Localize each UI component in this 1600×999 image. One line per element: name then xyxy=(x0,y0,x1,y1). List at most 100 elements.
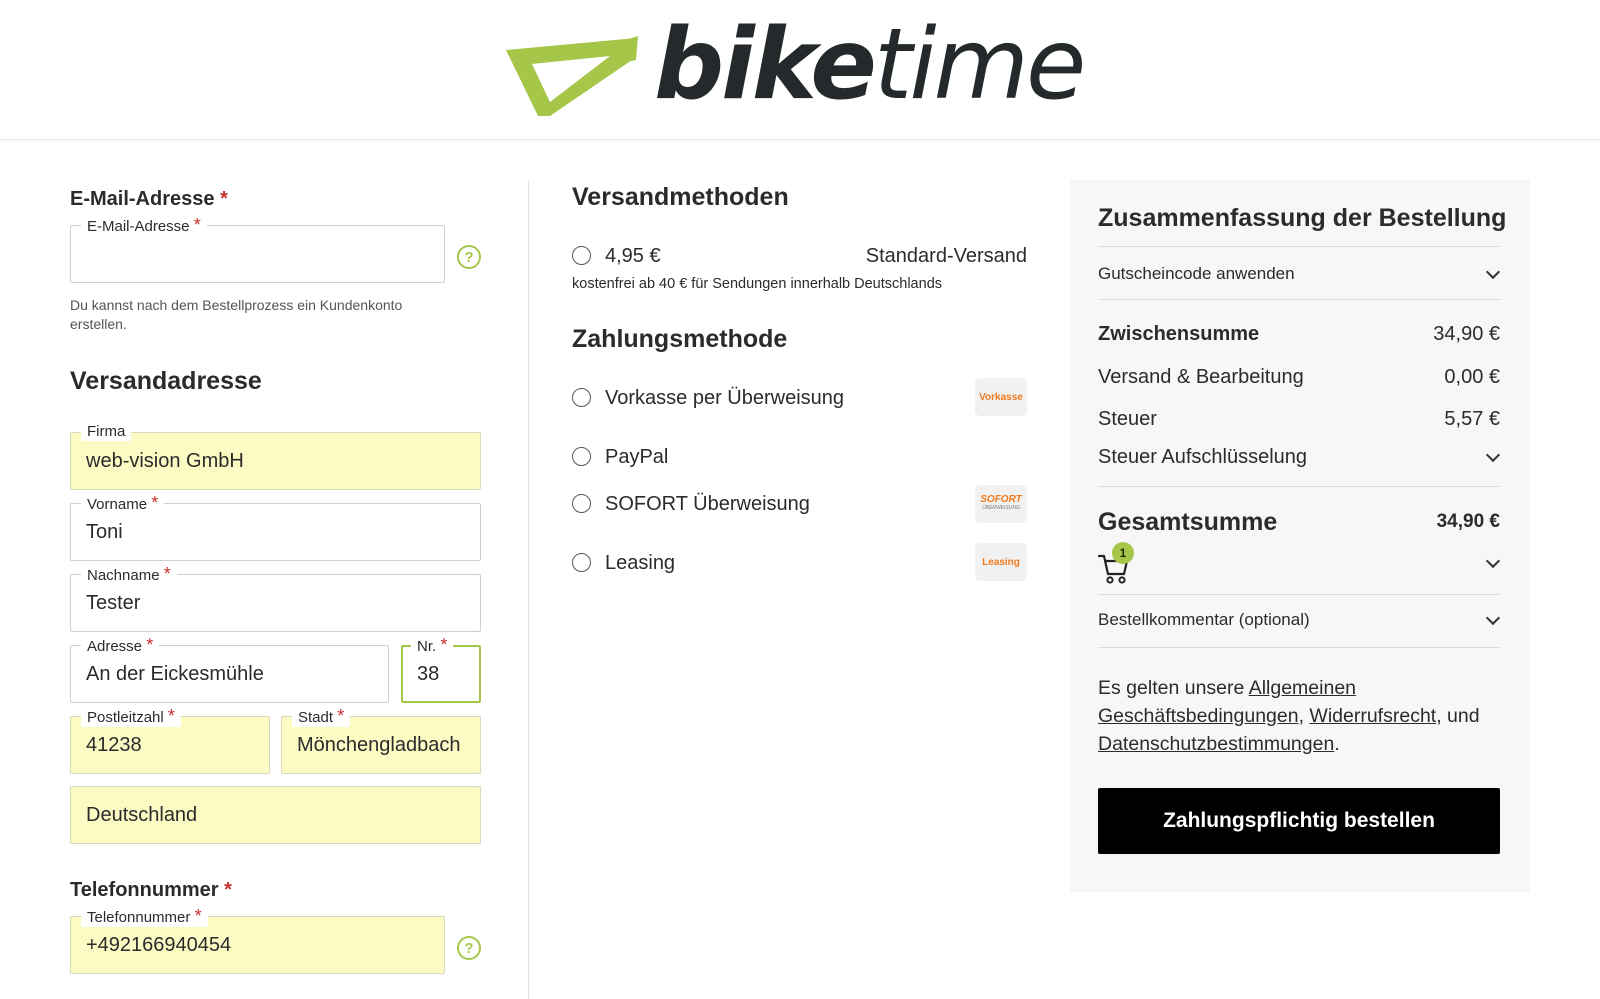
total-row: Gesamtsumme 34,90 € xyxy=(1098,502,1500,542)
payment-leasing-label[interactable]: Leasing xyxy=(605,552,675,575)
sofort-logo-text: SOFORT xyxy=(980,494,1022,505)
payment-methods-title: Zahlungsmethode xyxy=(572,325,788,353)
chevron-down-icon xyxy=(1486,450,1500,464)
coupon-label: Gutscheincode anwenden xyxy=(1098,264,1295,283)
sofort-logo-subtext: ÜBERWEISUNG xyxy=(982,505,1020,511)
zip-field[interactable]: Postleitzahl * 41238 xyxy=(70,707,270,774)
last-name-field[interactable]: Nachname * Tester xyxy=(70,565,481,632)
first-name-field-value: Toni xyxy=(86,520,123,543)
bike-frame-logo-icon xyxy=(506,36,638,116)
biketime-logo[interactable]: biketime xyxy=(506,16,1086,122)
street-field[interactable]: Adresse * An der Eickesmühle xyxy=(70,636,389,703)
required-mark: * xyxy=(167,706,175,726)
required-mark: * xyxy=(193,215,201,235)
leasing-logo-icon: Leasing xyxy=(975,543,1027,581)
divider xyxy=(1098,594,1500,595)
terms-separator: , xyxy=(1298,705,1310,727)
shipping-standard-name: Standard-Versand xyxy=(865,245,1027,267)
shipping-cost-label: Versand & Bearbeitung xyxy=(1098,365,1304,388)
total-label: Gesamtsumme xyxy=(1098,507,1278,536)
vorkasse-logo-icon: Vorkasse xyxy=(975,378,1027,416)
logo-word-time: time xyxy=(873,8,1086,122)
shipping-standard-note: kostenfrei ab 40 € für Sendungen innerha… xyxy=(572,276,943,292)
order-summary-panel: Zusammenfassung der Bestellung Gutschein… xyxy=(1070,180,1530,892)
email-section-title: E-Mail-Adresse * xyxy=(70,188,228,211)
shipping-cost-row: Versand & Bearbeitung 0,00 € xyxy=(1098,361,1500,393)
phone-section-title-text: Telefonnummer xyxy=(70,879,219,901)
order-comment-accordion[interactable]: Bestellkommentar (optional) xyxy=(1098,604,1500,636)
house-number-field[interactable]: Nr. * 38 xyxy=(401,636,481,703)
divider xyxy=(1098,246,1500,247)
country-select[interactable]: Deutschland xyxy=(70,786,481,844)
column-divider xyxy=(528,180,529,999)
payment-vorkasse-radio[interactable] xyxy=(572,388,591,407)
divider xyxy=(1098,299,1500,300)
payment-sofort-radio[interactable] xyxy=(572,494,591,513)
chevron-down-icon xyxy=(1486,613,1500,627)
shipping-standard-price: 4,95 € xyxy=(605,245,661,267)
payment-sofort-label[interactable]: SOFORT Überweisung xyxy=(605,493,810,516)
order-summary-title: Zusammenfassung der Bestellung xyxy=(1098,204,1507,232)
order-comment-label: Bestellkommentar (optional) xyxy=(1098,610,1310,629)
street-field-value: An der Eickesmühle xyxy=(86,662,264,685)
email-field[interactable]: E-Mail-Adresse * xyxy=(70,216,445,283)
phone-section-title: Telefonnummer * xyxy=(70,879,232,902)
sofort-logo-icon: SOFORT ÜBERWEISUNG xyxy=(975,485,1027,523)
country-select-value: Deutschland xyxy=(86,803,198,826)
total-value: 34,90 € xyxy=(1436,511,1500,532)
tax-value: 5,57 € xyxy=(1444,407,1500,430)
first-name-field[interactable]: Vorname * Toni xyxy=(70,494,481,561)
divider xyxy=(1098,647,1500,648)
shipping-cost-value: 0,00 € xyxy=(1444,365,1500,388)
subtotal-label: Zwischensumme xyxy=(1098,322,1260,345)
tax-label: Steuer xyxy=(1098,407,1157,430)
terms-separator: , und xyxy=(1436,705,1480,727)
subtotal-row: Zwischensumme 34,90 € xyxy=(1098,318,1500,350)
cart-toggle[interactable]: 1 xyxy=(1098,542,1138,584)
chevron-down-icon xyxy=(1486,267,1500,281)
chevron-down-icon[interactable] xyxy=(1486,556,1500,570)
help-icon[interactable]: ? xyxy=(457,245,481,269)
city-field[interactable]: Stadt * Mönchengladbach xyxy=(281,707,481,774)
email-field-label-text: E-Mail-Adresse xyxy=(87,218,190,235)
tax-row: Steuer 5,57 € xyxy=(1098,403,1500,435)
divider xyxy=(1098,486,1500,487)
place-order-button[interactable]: Zahlungspflichtig bestellen xyxy=(1098,788,1500,854)
shipping-methods-title: Versandmethoden xyxy=(572,183,789,211)
logo-word-bike: bike xyxy=(654,8,877,122)
cart-count-badge: 1 xyxy=(1112,542,1134,564)
company-field[interactable]: Firma web-vision GmbH xyxy=(70,423,481,490)
payment-leasing-radio[interactable] xyxy=(572,553,591,572)
required-mark: * xyxy=(440,635,448,655)
email-field-label: E-Mail-Adresse * xyxy=(81,216,207,236)
terms-notice: Es gelten unsere Allgemeinen Geschäftsbe… xyxy=(1098,674,1508,758)
account-hint: Du kannst nach dem Bestellprozess ein Ku… xyxy=(70,297,403,332)
required-mark: * xyxy=(163,564,171,584)
payment-paypal-radio[interactable] xyxy=(572,447,591,466)
last-name-field-value: Tester xyxy=(86,591,141,614)
phone-field-value: +492166940454 xyxy=(86,933,232,956)
shipping-standard-radio[interactable] xyxy=(572,246,591,265)
company-field-value: web-vision GmbH xyxy=(86,449,244,472)
required-mark: * xyxy=(224,879,232,901)
required-mark: * xyxy=(151,493,159,513)
payment-paypal-label[interactable]: PayPal xyxy=(605,446,668,469)
terms-link-privacy[interactable]: Datenschutzbestimmungen xyxy=(1098,733,1334,755)
phone-field[interactable]: Telefonnummer * +492166940454 xyxy=(70,907,445,974)
terms-prefix: Es gelten unsere xyxy=(1098,677,1249,699)
required-mark: * xyxy=(220,188,228,210)
shipping-address-title: Versandadresse xyxy=(70,367,262,395)
tax-breakdown-accordion[interactable]: Steuer Aufschlüsselung xyxy=(1098,441,1500,473)
site-header: biketime xyxy=(0,0,1600,140)
logo-wordmark: biketime xyxy=(654,16,1086,114)
help-icon[interactable]: ? xyxy=(457,936,481,960)
tax-breakdown-label: Steuer Aufschlüsselung xyxy=(1098,445,1308,468)
payment-vorkasse-label[interactable]: Vorkasse per Überweisung xyxy=(605,387,844,410)
terms-suffix: . xyxy=(1334,733,1340,755)
zip-field-value: 41238 xyxy=(86,733,142,756)
email-section-title-text: E-Mail-Adresse xyxy=(70,188,215,210)
house-number-field-value: 38 xyxy=(417,662,440,685)
subtotal-value: 34,90 € xyxy=(1433,322,1500,345)
coupon-accordion[interactable]: Gutscheincode anwenden xyxy=(1098,258,1500,290)
terms-link-withdrawal[interactable]: Widerrufsrecht xyxy=(1309,705,1436,727)
